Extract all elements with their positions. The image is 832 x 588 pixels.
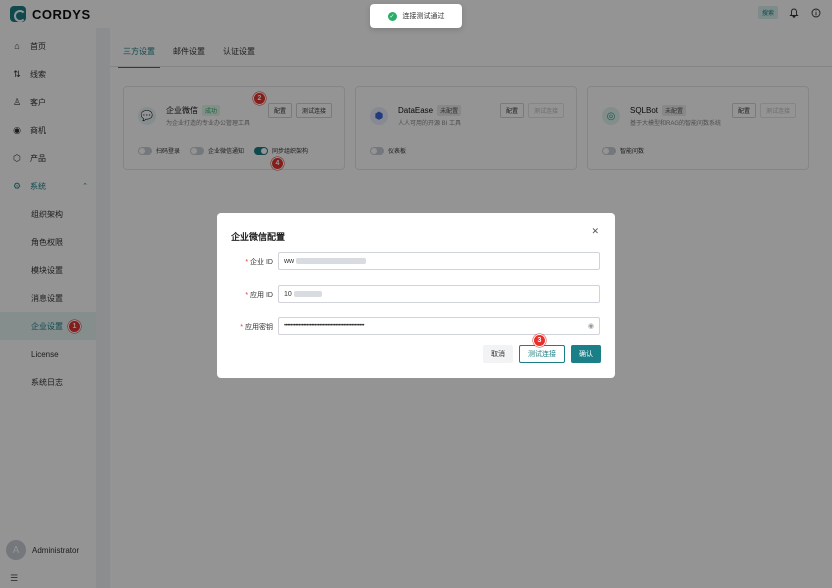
corp-id-value: ww xyxy=(284,257,295,265)
test-connection-button[interactable]: 测试连接 xyxy=(519,345,565,363)
redacted-value xyxy=(293,291,322,297)
app-id-label: * 应用 ID xyxy=(245,292,273,299)
confirm-button[interactable]: 确认 xyxy=(571,345,601,363)
app-id-input[interactable]: 10 xyxy=(278,285,600,303)
app-secret-input[interactable]: ••••••••••••••••••••••••••••••••••••••••… xyxy=(278,317,600,335)
cancel-button[interactable]: 取消 xyxy=(483,345,513,363)
wecom-config-dialog: 企业微信配置 ✕ * 企业 ID ww * 应用 ID 10 * 应用密钥 •••••… xyxy=(217,213,615,378)
close-icon[interactable]: ✕ xyxy=(591,226,599,237)
app-secret-value: ••••••••••••••••••••••••••••••••••••••••… xyxy=(284,323,365,329)
corp-id-input[interactable]: ww xyxy=(278,252,600,270)
redacted-value xyxy=(296,258,367,264)
toast-notification: ✓ 连接测试通过 xyxy=(370,4,462,28)
success-check-icon: ✓ xyxy=(387,11,397,21)
app-secret-label: * 应用密钥 xyxy=(240,324,273,331)
corp-id-label: * 企业 ID xyxy=(245,259,273,266)
eye-icon[interactable]: ◉ xyxy=(588,322,594,330)
step-marker-3: 3 xyxy=(533,334,546,347)
app-id-value: 10 xyxy=(284,290,292,298)
toast-message: 连接测试通过 xyxy=(402,13,445,20)
dialog-title: 企业微信配置 xyxy=(231,232,286,242)
